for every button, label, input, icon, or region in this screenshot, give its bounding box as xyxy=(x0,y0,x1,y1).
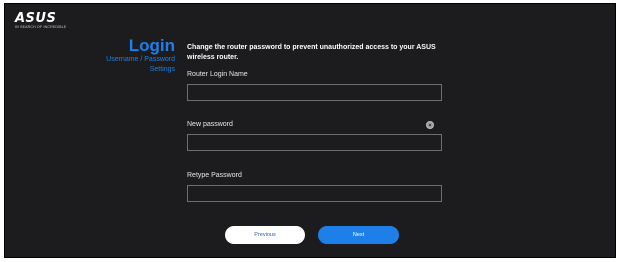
new-password-input[interactable] xyxy=(187,134,442,151)
page-subtitle-line1: Username / Password xyxy=(106,56,175,63)
setup-window: ASUS IN SEARCH OF INCREDIBLE Login Usern… xyxy=(4,3,616,258)
section-title: Login Username / Password Settings xyxy=(55,37,175,74)
page-subtitle-line2: Settings xyxy=(149,65,175,73)
page-title: Login xyxy=(128,36,175,55)
eye-icon[interactable] xyxy=(426,121,434,129)
router-login-name-label: Router Login Name xyxy=(187,71,248,78)
logo-tagline: IN SEARCH OF INCREDIBLE xyxy=(15,25,67,29)
asus-logo: ASUS IN SEARCH OF INCREDIBLE xyxy=(15,11,67,32)
next-button[interactable]: Next xyxy=(318,226,399,244)
instruction-text: Change the router password to prevent un… xyxy=(187,44,436,61)
new-password-label: New password xyxy=(187,121,233,128)
retype-password-label: Retype Password xyxy=(187,172,242,179)
router-login-name-input[interactable] xyxy=(187,84,442,101)
logo-brand-text: ASUS xyxy=(15,11,57,26)
retype-password-input[interactable] xyxy=(187,185,442,202)
previous-button[interactable]: Previous xyxy=(225,226,305,244)
